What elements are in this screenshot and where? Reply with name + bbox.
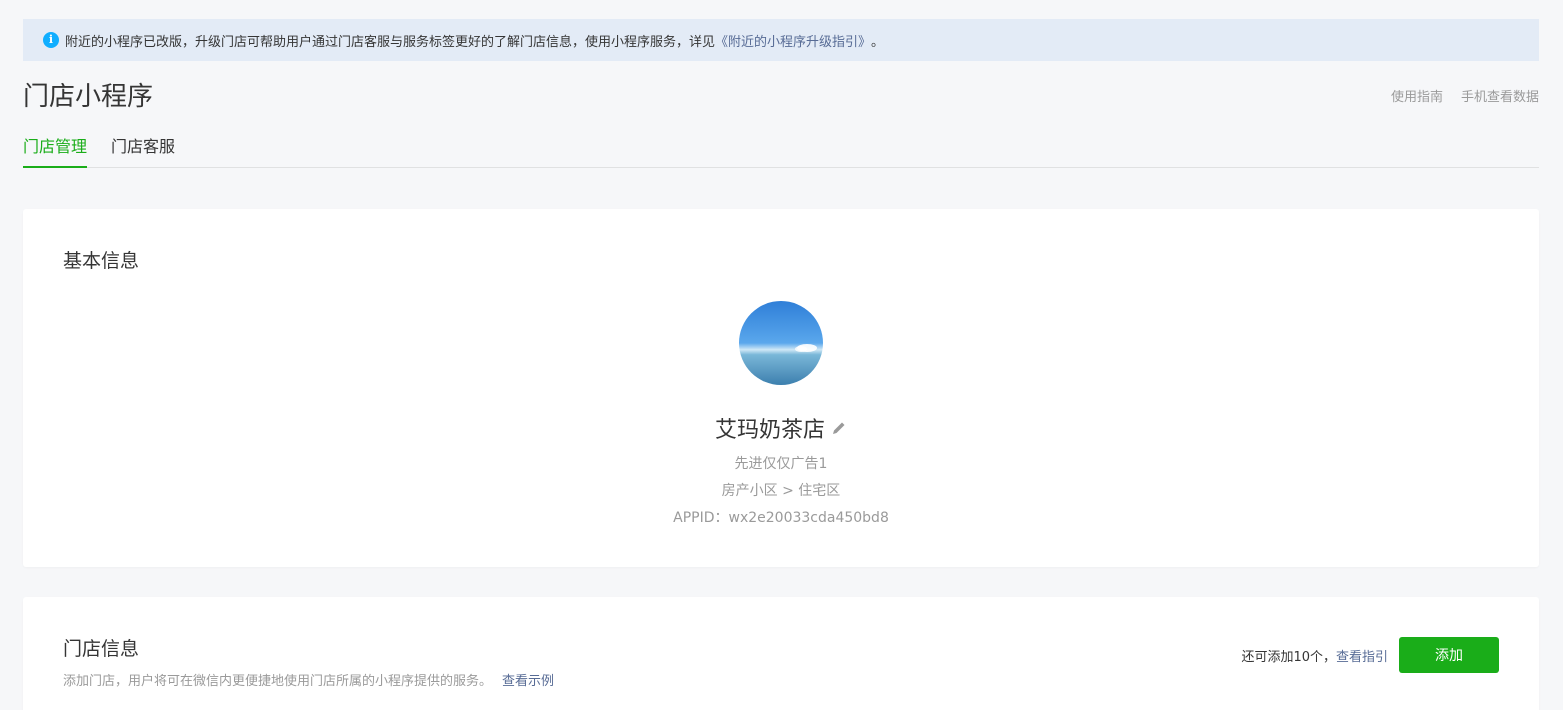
info-icon: i [43, 32, 59, 48]
store-info-desc-text: 添加门店，用户将可在微信内更便捷地使用门店所属的小程序提供的服务。 [63, 674, 493, 689]
usage-guide-link[interactable]: 使用指南 [1391, 86, 1443, 105]
view-guide-link[interactable]: 查看指引 [1336, 646, 1388, 665]
mobile-data-link[interactable]: 手机查看数据 [1461, 86, 1539, 105]
basic-info-card: 基本信息 艾玛奶茶店 先进仅仅广告1 房产小区 > 住宅区 APPID：wx2e… [23, 209, 1539, 567]
notice-text: 附近的小程序已改版，升级门店可帮助用户通过门店客服与服务标签更好的了解门店信息，… [65, 34, 716, 50]
view-example-link[interactable]: 查看示例 [502, 674, 554, 689]
add-store-button[interactable]: 添加 [1399, 637, 1499, 673]
edit-pencil-icon[interactable] [831, 420, 847, 436]
store-info-desc: 添加门店，用户将可在微信内更便捷地使用门店所属的小程序提供的服务。 查看示例 [63, 670, 554, 689]
tab-store-management[interactable]: 门店管理 [23, 128, 88, 168]
tab-store-service[interactable]: 门店客服 [111, 128, 175, 168]
store-name: 艾玛奶茶店 [714, 418, 825, 443]
store-info-card: 门店信息 添加门店，用户将可在微信内更便捷地使用门店所属的小程序提供的服务。 查看… [23, 597, 1539, 710]
store-name-row: 艾玛奶茶店 [23, 412, 1539, 444]
basic-info-title: 基本信息 [63, 250, 140, 272]
notice-bar: i 附近的小程序已改版，升级门店可帮助用户通过门店客服与服务标签更好的了解门店信… [23, 19, 1539, 61]
remaining-count: 还可添加10个， [1241, 649, 1336, 665]
store-info-actions: 还可添加10个， 查看指引 添加 [1241, 637, 1499, 673]
avatar [739, 301, 823, 385]
store-subtitle: 先进仅仅广告1 [734, 456, 828, 472]
store-appid: APPID：wx2e20033cda450bd8 [673, 510, 889, 526]
page: i 附近的小程序已改版，升级门店可帮助用户通过门店客服与服务标签更好的了解门店信… [0, 0, 1563, 710]
store-category: 房产小区 > 住宅区 [721, 483, 841, 499]
tab-bar: 门店管理 门店客服 [23, 128, 1539, 168]
header-links: 使用指南 手机查看数据 [1391, 86, 1539, 105]
page-title: 门店小程序 [23, 82, 154, 112]
upgrade-guide-link[interactable]: 《附近的小程序升级指引》 [715, 31, 871, 50]
store-info-title: 门店信息 [63, 638, 140, 660]
notice-end: 。 [871, 34, 885, 50]
